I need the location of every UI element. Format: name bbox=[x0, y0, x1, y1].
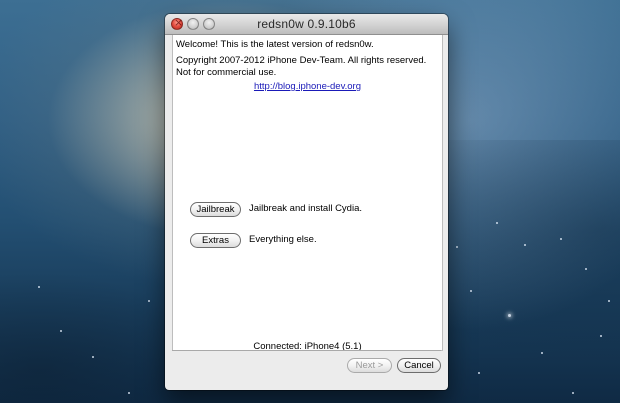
star bbox=[60, 330, 62, 332]
star bbox=[585, 268, 587, 270]
star bbox=[541, 352, 543, 354]
star bbox=[128, 392, 130, 394]
star bbox=[38, 286, 40, 288]
extras-description: Everything else. bbox=[249, 234, 317, 245]
next-button[interactable]: Next > bbox=[347, 358, 392, 373]
star bbox=[456, 246, 458, 248]
welcome-text: Welcome! This is the latest version of r… bbox=[176, 39, 374, 50]
cancel-button[interactable]: Cancel bbox=[397, 358, 441, 373]
star bbox=[572, 392, 574, 394]
window-title: redsn0w 0.9.10b6 bbox=[257, 17, 356, 31]
star bbox=[608, 300, 610, 302]
copyright-text: Copyright 2007-2012 iPhone Dev-Team. All… bbox=[176, 55, 427, 78]
star bbox=[470, 290, 472, 292]
star bbox=[560, 238, 562, 240]
star bbox=[92, 356, 94, 358]
redsn0w-window: redsn0w 0.9.10b6 Welcome! This is the la… bbox=[165, 14, 448, 390]
extras-button[interactable]: Extras bbox=[190, 233, 241, 248]
star bbox=[478, 372, 480, 374]
star bbox=[524, 244, 526, 246]
title-bar[interactable]: redsn0w 0.9.10b6 bbox=[165, 14, 448, 35]
footer-divider bbox=[172, 350, 441, 351]
star bbox=[148, 300, 150, 302]
star bbox=[600, 335, 602, 337]
main-panel: Welcome! This is the latest version of r… bbox=[172, 35, 443, 352]
jailbreak-description: Jailbreak and install Cydia. bbox=[249, 203, 363, 214]
star bbox=[508, 314, 511, 317]
jailbreak-button[interactable]: Jailbreak bbox=[190, 202, 241, 217]
star bbox=[496, 222, 498, 224]
dev-team-blog-link[interactable]: http://blog.iphone-dev.org bbox=[173, 81, 442, 92]
